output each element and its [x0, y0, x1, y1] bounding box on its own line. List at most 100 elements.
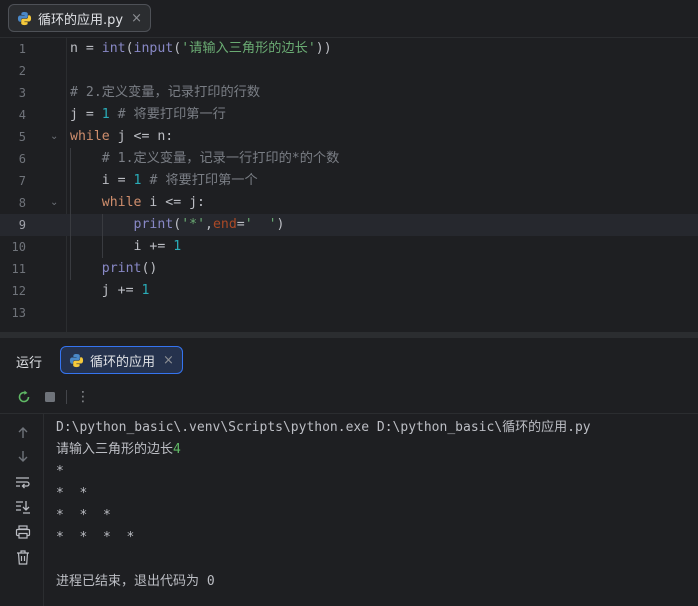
editor-tab-label: 循环的应用.py	[38, 12, 124, 28]
console-output-line: * * * *	[56, 530, 135, 545]
code-line[interactable]: 12 j += 1	[0, 280, 698, 302]
console-sidebar	[0, 414, 44, 606]
console-command-line: D:\python_basic\.venv\Scripts\python.exe…	[56, 420, 591, 435]
code-token: while	[101, 195, 142, 210]
code-token: while	[70, 129, 110, 144]
run-panel-header: 运行 循环的应用 ×	[0, 338, 698, 380]
close-icon[interactable]: ×	[163, 353, 174, 368]
run-panel-title: 运行	[16, 356, 43, 371]
console-output[interactable]: D:\python_basic\.venv\Scripts\python.exe…	[56, 417, 591, 593]
line-number: 4	[18, 108, 26, 122]
code-line[interactable]: 8 ⌄ while i <= j:	[0, 192, 698, 214]
code-token: 1	[173, 239, 182, 254]
code-text: n = int(input('请输入三角形的边长'))	[70, 38, 332, 60]
code-text: print()	[70, 258, 158, 280]
run-toolbar: ⋮	[0, 380, 698, 414]
code-token: i =	[70, 173, 134, 188]
code-token: ,	[205, 217, 213, 232]
console-output-line: * * *	[56, 508, 111, 523]
code-token: # 1.定义变量，记录一行打印的*的个数	[101, 151, 340, 166]
console-prompt: 请输入三角形的边长	[56, 442, 174, 457]
code-token: ' '	[244, 217, 277, 232]
code-token: # 2.定义变量，记录打印的行数	[70, 85, 261, 100]
code-line[interactable]: 1n = int(input('请输入三角形的边长'))	[0, 38, 698, 60]
line-number: 8	[18, 196, 26, 210]
code-line[interactable]: 13	[0, 302, 698, 324]
code-text: while i <= j:	[70, 192, 205, 214]
trash-icon[interactable]	[14, 550, 32, 568]
code-token: 1	[141, 283, 150, 298]
line-number: 13	[11, 306, 26, 320]
code-token: ()	[141, 261, 158, 276]
python-file-icon	[69, 353, 84, 367]
line-number: 5	[18, 130, 26, 144]
console-prompt-line: 请输入三角形的边长4	[56, 439, 591, 461]
code-token: (	[173, 41, 182, 56]
line-number: 3	[18, 86, 26, 100]
code-line[interactable]: 5 ⌄ while j <= n:	[0, 126, 698, 148]
editor-tab-file[interactable]: 循环的应用.py ×	[8, 4, 151, 32]
code-line[interactable]: 10 i += 1	[0, 236, 698, 258]
code-text: # 2.定义变量，记录打印的行数	[70, 82, 260, 104]
indent-guide	[70, 148, 71, 280]
soft-wrap-icon[interactable]	[14, 475, 32, 493]
line-number: 1	[18, 42, 26, 56]
code-token: j +=	[70, 283, 142, 298]
code-token: int	[101, 41, 126, 56]
code-token: ))	[315, 41, 332, 56]
stop-icon[interactable]	[42, 389, 58, 405]
code-token: print	[101, 261, 142, 276]
python-file-icon	[17, 11, 32, 25]
run-tab[interactable]: 循环的应用 ×	[60, 346, 183, 374]
code-token: j <= n:	[109, 129, 174, 144]
code-token: end	[212, 217, 237, 232]
code-token: i +=	[70, 239, 174, 254]
console-user-input: 4	[173, 442, 181, 457]
code-text: j += 1	[70, 280, 150, 302]
line-number: 2	[18, 64, 26, 78]
code-line[interactable]: 3 # 2.定义变量，记录打印的行数	[0, 82, 698, 104]
line-number: 10	[11, 240, 26, 254]
run-tab-label: 循环的应用	[90, 354, 156, 370]
code-token: print	[133, 217, 174, 232]
toolbar-separator	[66, 390, 67, 404]
line-number: 9	[18, 218, 26, 232]
code-editor[interactable]: 1n = int(input('请输入三角形的边长')) 2 3 # 2.定义变量，记…	[0, 38, 698, 332]
fold-chevron-icon[interactable]: ⌄	[50, 192, 58, 214]
code-token: (	[173, 217, 182, 232]
close-icon[interactable]: ×	[131, 12, 142, 25]
code-line[interactable]: 2	[0, 60, 698, 82]
up-arrow-icon[interactable]	[14, 426, 32, 444]
code-line[interactable]: 7 i = 1 # 将要打印第一个	[0, 170, 698, 192]
code-line[interactable]: 4 j = 1 # 将要打印第一行	[0, 104, 698, 126]
code-text: # 1.定义变量，记录一行打印的*的个数	[70, 148, 340, 170]
code-token: i <= j:	[141, 195, 205, 210]
console-output-line: *	[56, 464, 64, 479]
line-number: 12	[11, 284, 26, 298]
line-number: 7	[18, 174, 26, 188]
code-token: # 将要打印第一行	[117, 107, 226, 122]
code-token: '请输入三角形的边长'	[181, 41, 316, 56]
rerun-icon[interactable]	[16, 389, 32, 405]
code-text: j = 1 # 将要打印第一行	[70, 104, 226, 126]
fold-chevron-icon[interactable]: ⌄	[50, 126, 58, 148]
console-exit-message: 进程已结束，退出代码为 0	[56, 574, 215, 589]
scroll-to-end-icon[interactable]	[14, 500, 32, 518]
code-line[interactable]: 9 print('*',end=' ')	[0, 214, 698, 236]
code-text: i += 1	[70, 236, 182, 258]
more-options-icon[interactable]: ⋮	[75, 389, 91, 405]
code-text: i = 1 # 将要打印第一个	[70, 170, 258, 192]
print-icon[interactable]	[14, 525, 32, 543]
line-number: 11	[11, 262, 26, 276]
code-line[interactable]: 6 # 1.定义变量，记录一行打印的*的个数	[0, 148, 698, 170]
code-token: # 将要打印第一个	[149, 173, 258, 188]
code-line[interactable]: 11 print()	[0, 258, 698, 280]
down-arrow-icon[interactable]	[14, 449, 32, 467]
code-text: while j <= n:	[70, 126, 173, 148]
code-token: '*'	[181, 217, 206, 232]
